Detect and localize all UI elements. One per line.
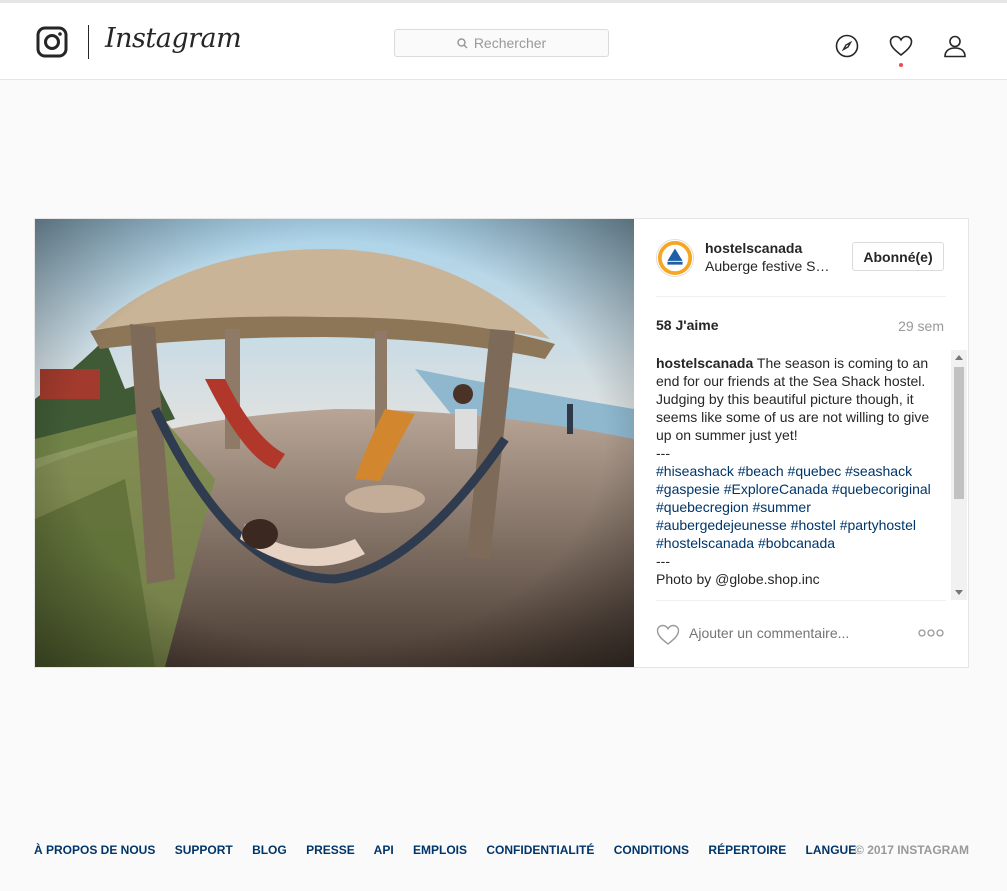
post-age[interactable]: 29 sem [898,318,944,334]
comment-bar [656,600,946,660]
like-heart-icon[interactable] [656,624,680,646]
footer-link-directory[interactable]: RÉPERTOIRE [708,843,786,857]
caption-hashtags[interactable]: #hiseashack #beach #quebec #seashack #ga… [656,462,944,552]
post-username[interactable]: hostelscanada [705,240,802,256]
caption: hostelscanada The season is coming to an… [656,354,944,600]
search-placeholder: Rechercher [473,35,547,51]
more-options-icon[interactable] [918,629,944,637]
logo-divider [88,25,89,59]
copyright: © 2017 INSTAGRAM [855,843,969,857]
caption-username[interactable]: hostelscanada [656,355,753,371]
instagram-camera-icon[interactable] [36,26,68,58]
photo-credit: Photo by @globe.shop.inc [656,571,820,587]
post-sidebar: hostelscanada Auberge festive Sea Shack … [634,219,968,667]
post-location[interactable]: Auberge festive Sea Shack [705,258,833,274]
post-header: hostelscanada Auberge festive Sea Shack … [656,237,946,297]
footer-link-jobs[interactable]: EMPLOIS [413,843,467,857]
footer: À PROPOS DE NOUS SUPPORT BLOG PRESSE API… [34,843,969,857]
notification-dot [899,63,903,67]
caption-scrollbar[interactable] [951,350,967,600]
caption-paragraph: hostelscanada The season is coming to an… [656,354,944,444]
instagram-wordmark[interactable]: Instagram [105,23,242,54]
profile-icon[interactable] [943,34,967,58]
heart-activity-icon[interactable] [889,34,913,58]
comment-input[interactable] [689,625,909,641]
likes-count[interactable]: 58 J'aime [656,317,719,333]
post-card: hostelscanada Auberge festive Sea Shack … [34,218,969,668]
search-icon [457,37,468,49]
footer-link-api[interactable]: API [374,843,394,857]
footer-link-about[interactable]: À PROPOS DE NOUS [34,843,155,857]
footer-link-press[interactable]: PRESSE [306,843,355,857]
scroll-up-arrow-icon[interactable] [955,355,963,360]
caption-separator: --- [656,445,670,461]
compass-explore-icon[interactable] [835,34,859,58]
search-input[interactable]: Rechercher [394,29,609,57]
footer-link-support[interactable]: SUPPORT [175,843,233,857]
scroll-down-arrow-icon[interactable] [955,590,963,595]
post-photo[interactable] [35,219,634,667]
footer-link-language[interactable]: LANGUE [806,843,857,857]
caption-separator: --- [656,553,670,569]
footer-link-privacy[interactable]: CONFIDENTIALITÉ [486,843,594,857]
footer-link-terms[interactable]: CONDITIONS [614,843,689,857]
top-nav: Instagram Rechercher [0,3,1007,80]
follow-button[interactable]: Abonné(e) [852,242,944,271]
avatar[interactable] [656,239,694,277]
footer-link-blog[interactable]: BLOG [252,843,287,857]
scrollbar-thumb[interactable] [954,367,964,499]
